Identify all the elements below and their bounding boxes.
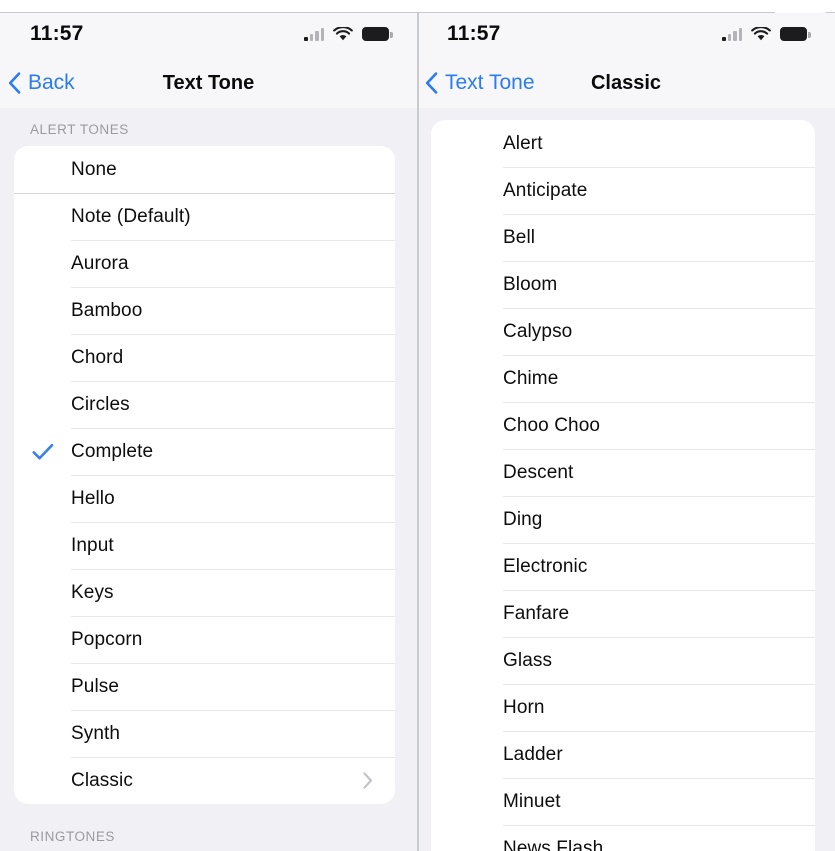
classic-tone-row[interactable]: Calypso (431, 308, 815, 355)
alert-tone-row[interactable]: Pulse (14, 663, 395, 710)
classic-tone-label: Minuet (503, 790, 561, 812)
alert-tone-row[interactable]: Classic (14, 757, 395, 804)
classic-tone-row[interactable]: Choo Choo (431, 402, 815, 449)
classic-tone-row[interactable]: Minuet (431, 778, 815, 825)
cellular-signal-icon (722, 27, 742, 41)
back-button[interactable]: Back (0, 71, 75, 95)
status-bar-icons (304, 25, 393, 42)
chevron-left-icon (8, 72, 21, 94)
right-screen: 11:57 Text Tone Classic Alert Anticipate B… (417, 0, 835, 851)
classic-tone-label: Horn (503, 696, 545, 718)
alert-tone-label: Chord (71, 346, 124, 368)
classic-tone-label: Choo Choo (503, 414, 601, 436)
classic-tone-label: Chime (503, 367, 559, 389)
classic-tone-row[interactable]: Bloom (431, 261, 815, 308)
classic-tone-row[interactable]: Descent (431, 449, 815, 496)
classic-tones-list: Alert Anticipate Bell Bloom Calypso Chime Choo… (431, 120, 815, 851)
classic-tone-label: Ladder (503, 743, 563, 765)
alert-tone-label: Note (Default) (71, 205, 191, 227)
alert-tone-row[interactable]: Circles (14, 381, 395, 428)
classic-tone-label: Anticipate (503, 179, 588, 201)
alert-tone-row[interactable]: Input (14, 522, 395, 569)
chevron-right-icon (363, 772, 373, 789)
classic-tone-label: Bell (503, 226, 536, 248)
classic-tone-row[interactable]: News Flash (431, 825, 815, 851)
classic-tone-label: Ding (503, 508, 543, 530)
alert-tones-list: None Note (Default) Aurora Bamboo Chord Circl… (14, 146, 395, 804)
alert-tone-label: None (71, 158, 117, 180)
status-bar-icons (722, 25, 811, 42)
cellular-signal-icon (304, 27, 324, 41)
classic-tone-label: Electronic (503, 555, 588, 577)
alert-tone-row[interactable]: Bamboo (14, 287, 395, 334)
battery-icon (780, 27, 811, 41)
battery-icon (362, 27, 393, 41)
section-header-ringtones: RINGTONES (30, 829, 115, 844)
left-screen: 11:57 Back Text Tone ALERT TONES None Not… (0, 0, 417, 851)
dual-screen-comparison: 11:57 Back Text Tone ALERT TONES None Not… (0, 0, 835, 851)
wifi-icon (751, 25, 771, 42)
section-header-alert-tones: ALERT TONES (30, 122, 129, 137)
back-button-label: Back (28, 71, 75, 94)
alert-tone-label: Popcorn (71, 628, 143, 650)
right-nav-bar: Text Tone Classic (417, 58, 835, 108)
alert-tone-label: Classic (71, 769, 133, 791)
alert-tone-label: Pulse (71, 675, 120, 697)
classic-tone-row[interactable]: Glass (431, 637, 815, 684)
classic-tone-label: Glass (503, 649, 553, 671)
classic-tone-label: Alert (503, 132, 543, 154)
alert-tone-row[interactable]: Keys (14, 569, 395, 616)
classic-tone-row[interactable]: Ladder (431, 731, 815, 778)
wifi-icon (333, 25, 353, 42)
alert-tone-label: Circles (71, 393, 130, 415)
back-button[interactable]: Text Tone (417, 71, 535, 95)
classic-tone-row[interactable]: Horn (431, 684, 815, 731)
status-bar-time: 11:57 (447, 22, 501, 45)
classic-tone-label: News Flash (503, 837, 604, 851)
status-bar-time: 11:57 (30, 22, 84, 45)
alert-tone-row[interactable]: None (14, 146, 395, 193)
right-content: Alert Anticipate Bell Bloom Calypso Chime Choo… (417, 108, 835, 851)
alert-tone-label: Bamboo (71, 299, 143, 321)
checkmark-icon (14, 443, 71, 461)
classic-tone-label: Bloom (503, 273, 558, 295)
alert-tone-label: Synth (71, 722, 121, 744)
classic-tone-label: Descent (503, 461, 574, 483)
alert-tone-label: Keys (71, 581, 114, 603)
classic-tone-row[interactable]: Ding (431, 496, 815, 543)
left-content: ALERT TONES None Note (Default) Aurora Bamb… (0, 108, 417, 851)
classic-tone-row[interactable]: Bell (431, 214, 815, 261)
alert-tone-row[interactable]: Aurora (14, 240, 395, 287)
alert-tone-label: Complete (71, 440, 154, 462)
classic-tone-row[interactable]: Anticipate (431, 167, 815, 214)
chevron-left-icon (425, 72, 438, 94)
left-nav-bar: Back Text Tone (0, 58, 417, 108)
alert-tone-row[interactable]: Popcorn (14, 616, 395, 663)
device-corner-curve (775, 0, 835, 13)
classic-tone-label: Calypso (503, 320, 573, 342)
alert-tone-row[interactable]: Synth (14, 710, 395, 757)
alert-tone-row[interactable]: Note (Default) (14, 193, 395, 240)
alert-tone-row[interactable]: Chord (14, 334, 395, 381)
classic-tone-row[interactable]: Chime (431, 355, 815, 402)
classic-tone-row[interactable]: Alert (431, 120, 815, 167)
alert-tone-label: Aurora (71, 252, 129, 274)
back-button-label: Text Tone (445, 71, 535, 94)
alert-tone-row[interactable]: Complete (14, 428, 395, 475)
panel-divider (417, 0, 419, 851)
device-top-edge (0, 0, 835, 13)
alert-tone-label: Input (71, 534, 114, 556)
alert-tone-row[interactable]: Hello (14, 475, 395, 522)
classic-tone-row[interactable]: Fanfare (431, 590, 815, 637)
alert-tone-label: Hello (71, 487, 115, 509)
classic-tone-row[interactable]: Electronic (431, 543, 815, 590)
classic-tone-label: Fanfare (503, 602, 570, 624)
